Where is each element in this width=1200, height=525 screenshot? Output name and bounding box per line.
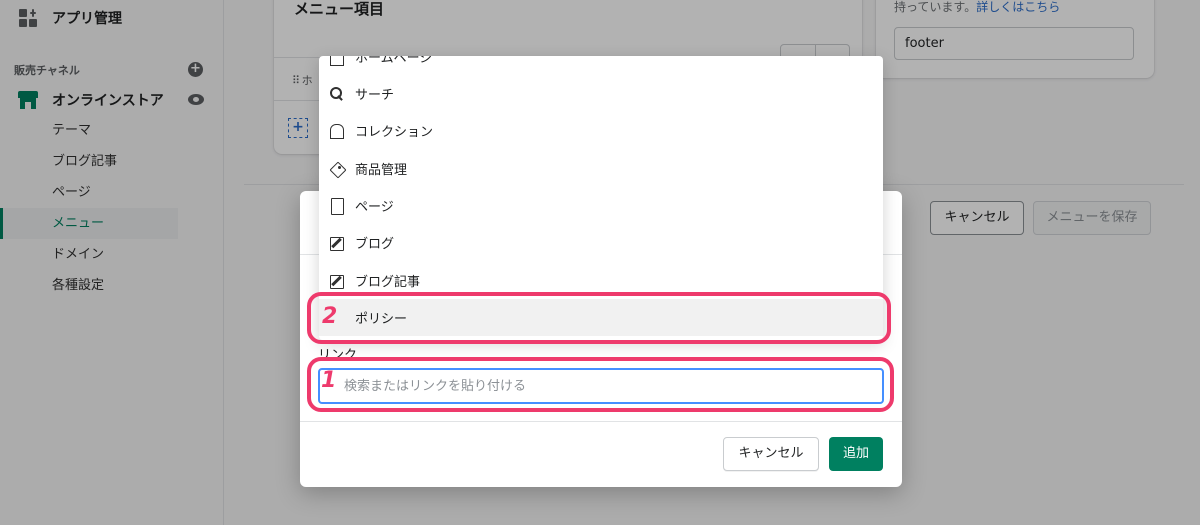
edit-icon bbox=[329, 235, 345, 251]
tag-icon bbox=[329, 161, 345, 177]
modal-add-button[interactable]: 追加 bbox=[829, 437, 883, 471]
modal-footer-divider bbox=[300, 421, 902, 422]
page-icon bbox=[329, 197, 345, 215]
collection-icon bbox=[329, 123, 345, 139]
annotation-marker-1: 1 bbox=[321, 368, 337, 393]
dropdown-item-search[interactable]: サーチ bbox=[319, 75, 883, 112]
dropdown-item-pages[interactable]: ページ bbox=[319, 187, 883, 224]
dropdown-item-collections[interactable]: コレクション bbox=[319, 112, 883, 149]
annotation-box-1 bbox=[307, 357, 894, 412]
dropdown-item-blogs[interactable]: ブログ bbox=[319, 224, 883, 261]
home-icon bbox=[329, 56, 345, 66]
modal-cancel-button[interactable]: キャンセル bbox=[723, 437, 819, 471]
edit-icon bbox=[329, 273, 345, 289]
dropdown-item-products[interactable]: 商品管理 bbox=[319, 150, 883, 187]
search-icon bbox=[329, 86, 345, 102]
dropdown-item-home[interactable]: ホームページ bbox=[319, 56, 883, 75]
annotation-marker-2: 2 bbox=[322, 304, 338, 329]
annotation-box-2 bbox=[307, 292, 891, 344]
